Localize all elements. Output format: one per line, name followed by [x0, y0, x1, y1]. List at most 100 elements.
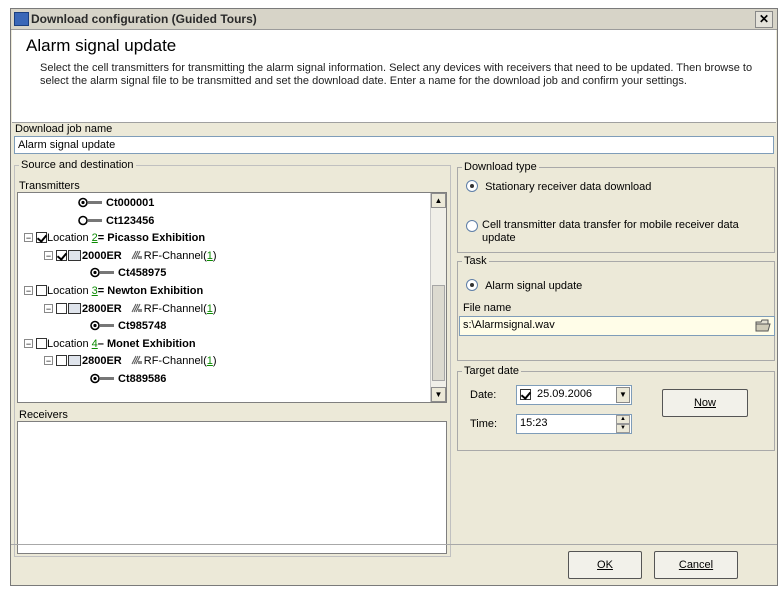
header-panel: Alarm signal update Select the cell tran… — [12, 30, 776, 123]
cancel-button[interactable]: Cancel — [654, 551, 738, 579]
channel-close-paren: ) — [212, 355, 217, 368]
scroll-down-icon[interactable]: ▼ — [431, 387, 446, 402]
scroll-thumb[interactable] — [432, 285, 445, 381]
date-label: Date: — [470, 389, 497, 401]
transmitter-label: Ct889586 — [118, 373, 167, 385]
transmitters-label: Transmitters — [19, 180, 80, 192]
page-title: Alarm signal update — [26, 36, 177, 55]
channel-close-paren: ) — [212, 302, 217, 315]
close-icon[interactable]: ✕ — [755, 11, 773, 28]
transmitter-icon — [90, 320, 118, 332]
device-model: 2800ER — [82, 355, 122, 368]
file-name-input[interactable]: s:\Alarmsignal.wav — [459, 316, 775, 336]
transmitter-icon — [78, 197, 106, 209]
tree-item-location[interactable]: − Location 3= Newton Exhibition — [24, 283, 203, 300]
transmitter-label: Ct000001 — [106, 197, 155, 209]
time-spinner[interactable]: 15:23 — [516, 414, 632, 434]
location-name: = Newton Exhibition — [97, 285, 204, 297]
receivers-list[interactable] — [17, 421, 447, 554]
location-prefix: Location — [47, 285, 92, 297]
antenna-icon — [130, 303, 144, 315]
radio-alarm-signal-label: Alarm signal update — [485, 280, 583, 292]
location-checkbox[interactable] — [36, 232, 47, 244]
tree-item-location[interactable]: − Location 4– Monet Exhibition — [24, 336, 196, 353]
device-model: 2800ER — [82, 302, 122, 315]
location-name: – Monet Exhibition — [97, 337, 196, 350]
collapse-icon[interactable]: − — [24, 233, 33, 243]
date-enable-checkbox[interactable] — [520, 389, 531, 400]
tree-item-transmitter[interactable]: Ct985748 — [90, 318, 166, 335]
radio-stationary-label: Stationary receiver data download — [485, 181, 652, 193]
time-up-icon[interactable]: ▲ — [616, 415, 630, 424]
date-value: 25.09.2006 — [537, 388, 593, 400]
tree-scrollbar[interactable]: ▲ ▼ — [430, 193, 446, 402]
window-title: Download configuration (Guided Tours) — [31, 12, 257, 26]
job-name-label: Download job name — [15, 123, 113, 135]
transmitter-icon — [90, 267, 118, 279]
radio-stationary[interactable] — [466, 180, 478, 192]
collapse-icon[interactable]: − — [44, 303, 53, 313]
device-checkbox[interactable] — [56, 302, 67, 314]
location-checkbox[interactable] — [36, 337, 47, 349]
channel-label: RF-Channel — [143, 302, 204, 315]
tree-item-transmitter[interactable]: Ct889586 — [90, 371, 166, 388]
device-checkbox[interactable] — [56, 249, 67, 261]
tree-item-device[interactable]: −2800ER RF-Channel(1) — [44, 353, 217, 370]
radio-alarm-signal[interactable] — [466, 279, 478, 291]
antenna-icon — [130, 355, 144, 367]
footer-separator — [11, 544, 777, 545]
download-configuration-dialog: Download configuration (Guided Tours) ✕ … — [10, 8, 778, 586]
job-name-input[interactable]: Alarm signal update — [14, 136, 774, 154]
now-button-label: Now — [693, 397, 716, 409]
location-prefix: Location — [47, 337, 92, 350]
tree-item-transmitter[interactable]: Ct458975 — [90, 265, 166, 282]
channel-label: RF-Channel — [143, 355, 204, 368]
ok-button[interactable]: OK — [568, 551, 642, 579]
channel-close-paren: ) — [212, 249, 217, 262]
antenna-icon — [130, 250, 144, 262]
transmitter-tree[interactable]: Ct000001 Ct123456 − Location 2= Picasso Exh… — [17, 192, 447, 403]
target-date-label: Target date — [462, 365, 522, 377]
download-type-option-stationary[interactable]: Stationary receiver data download — [466, 180, 651, 193]
receiver-device-icon — [68, 249, 81, 261]
file-name-label: File name — [463, 302, 512, 314]
date-picker[interactable]: 25.09.2006 — [516, 385, 632, 405]
collapse-icon[interactable]: − — [44, 356, 53, 366]
tree-item-device[interactable]: −2800ER RF-Channel(1) — [44, 301, 217, 318]
folder-browse-icon[interactable] — [755, 318, 771, 333]
ok-button-label: OK — [597, 559, 613, 571]
tree-item-transmitter[interactable]: Ct000001 — [78, 195, 154, 212]
page-description: Select the cell transmitters for transmi… — [40, 62, 753, 87]
receiver-device-icon — [68, 355, 81, 367]
tree-item-transmitter[interactable]: Ct123456 — [78, 213, 154, 230]
app-icon — [14, 12, 29, 26]
collapse-icon[interactable]: − — [24, 338, 33, 348]
tree-item-location[interactable]: − Location 2= Picasso Exhibition — [24, 230, 205, 247]
transmitter-icon — [90, 373, 118, 385]
receivers-label: Receivers — [19, 409, 68, 421]
download-type-option-cell[interactable] — [466, 220, 478, 233]
radio-cell-transfer-label: Cell transmitter data transfer for mobil… — [482, 219, 739, 244]
cancel-button-label: Cancel — [678, 559, 714, 571]
now-button[interactable]: Now — [662, 389, 748, 417]
channel-label: RF-Channel — [143, 249, 204, 262]
transmitter-label: Ct123456 — [106, 214, 155, 227]
time-value: 15:23 — [520, 417, 548, 429]
time-down-icon[interactable]: ▼ — [616, 424, 630, 433]
collapse-icon[interactable]: − — [24, 286, 33, 296]
device-model: 2000ER — [82, 249, 122, 262]
transmitter-icon — [78, 215, 106, 227]
location-checkbox[interactable] — [36, 285, 47, 296]
device-checkbox[interactable] — [56, 355, 67, 367]
date-dropdown-icon[interactable]: ▼ — [616, 387, 630, 403]
scroll-up-icon[interactable]: ▲ — [431, 193, 446, 208]
collapse-icon[interactable]: − — [44, 250, 53, 260]
receiver-device-icon — [68, 302, 81, 314]
transmitter-label: Ct458975 — [118, 267, 167, 280]
tree-item-device[interactable]: −2000ER RF-Channel(1) — [44, 248, 217, 265]
source-destination-label: Source and destination — [19, 159, 136, 171]
radio-cell-transfer[interactable] — [466, 220, 478, 232]
title-bar: Download configuration (Guided Tours) ✕ — [11, 9, 777, 30]
task-label: Task — [462, 255, 489, 267]
task-option[interactable]: Alarm signal update — [466, 279, 582, 292]
